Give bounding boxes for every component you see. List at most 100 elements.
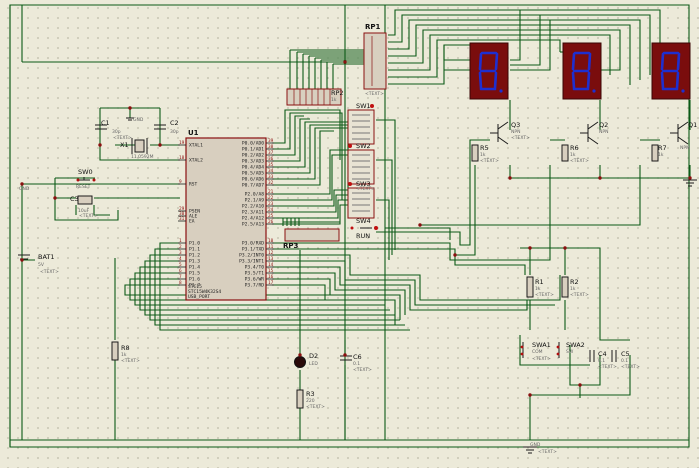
- dip-switch-sw3: SW3: [347, 180, 375, 219]
- u1-pin-name: P1.2: [189, 253, 200, 259]
- rp2-label: RP2: [331, 89, 344, 97]
- placeholder-rp1: <TEXT>: [365, 91, 384, 97]
- u1-pin-number: 24: [268, 207, 274, 213]
- push-switch-swa2: SWA2 SW: [556, 341, 585, 358]
- c4-value: 0.1: [598, 358, 605, 364]
- capacitor-c3: C3 10uF: [70, 195, 93, 214]
- u1-part: STC15: [188, 284, 202, 290]
- placeholder-c5: <TEXT>: [621, 364, 640, 370]
- junction-dot: [98, 143, 102, 147]
- u1-pin-name: RST: [189, 182, 198, 188]
- placeholder-r6: <TEXT>: [570, 158, 589, 164]
- c1-label: C1: [101, 119, 110, 127]
- q2-label: Q2: [599, 121, 608, 129]
- segment: [660, 52, 665, 71]
- u1-pin-number: 1: [179, 238, 182, 244]
- c2-label: C2: [170, 119, 179, 127]
- u1-pin-number: 33: [268, 174, 274, 180]
- segment: [571, 71, 576, 90]
- u1-left-pins: 19 XTAL118 XTAL29 RST29 PSEN30 ALE31 EA1 P1.02 P…: [178, 140, 203, 289]
- r8-label: R8: [121, 344, 130, 352]
- q3-type: NPN: [511, 129, 520, 135]
- u1-pin-name: P3.1/TXD: [242, 247, 264, 253]
- r3-value: 220: [306, 398, 315, 404]
- gnd-bottom-label: GND: [530, 442, 541, 448]
- r6-value: 1k: [570, 152, 576, 158]
- u1-pin-number: 13: [268, 256, 274, 262]
- resistor-r8: R8 1k: [111, 341, 130, 361]
- rp1-label: RP1: [365, 23, 381, 31]
- u1-pin-number: 9: [179, 179, 182, 185]
- u1-pin-number: 31: [179, 216, 185, 222]
- rp1-resistor-pack: RP1: [363, 23, 387, 90]
- d2-value: LED: [309, 361, 318, 367]
- segment: [478, 71, 483, 90]
- display-3: [651, 42, 691, 100]
- placeholder-q3: <TEXT>: [511, 135, 530, 141]
- q3-label: Q3: [511, 121, 520, 129]
- r5-label: R5: [480, 144, 489, 152]
- junction-dot: [528, 393, 532, 397]
- u1-pin-name: P2.4/A12: [242, 216, 264, 222]
- ground-left: [683, 179, 697, 187]
- reset-switch-sw0: SW0 RESET: [76, 168, 96, 190]
- placeholder-c6: <TEXT>: [353, 367, 372, 373]
- u1-pin-name: P2.1/A9: [245, 198, 265, 204]
- u1-pin-name: P3.4/T0: [245, 265, 265, 271]
- capacitor-c5: C5 0.1: [611, 350, 630, 364]
- c1-value: 30p: [112, 129, 121, 135]
- u1-pin-name: P1.1: [189, 247, 200, 253]
- u1-pin-number: 15: [268, 268, 274, 274]
- r7-label: R7: [658, 144, 667, 152]
- run-switch-sw4: SW4 RUN: [350, 217, 378, 240]
- u1-pin-name: P3.3/INT1: [239, 259, 264, 265]
- transistor-q2: Q2 NPN: [580, 121, 608, 145]
- transistor-q1: Q1 NPN: [670, 121, 697, 151]
- segment: [586, 71, 591, 90]
- junction-dot: [53, 196, 57, 200]
- u1-pin-number: 39: [268, 138, 274, 144]
- u1-pin-number: 32: [268, 180, 274, 186]
- c6-label: C6: [353, 353, 362, 361]
- rp1-display-wires: [388, 9, 661, 85]
- u1-pin-number: 8: [179, 280, 182, 286]
- u1-pin-name: P3.5/T1: [245, 271, 265, 277]
- junction-dot: [343, 353, 347, 357]
- sw4-value: RUN: [356, 232, 370, 240]
- rp2-value: 1k: [331, 97, 337, 103]
- placeholder-swa1: <TEXT>: [532, 356, 551, 362]
- u1-pin-name: P3.0/RXD: [242, 241, 264, 247]
- d2-label: D2: [309, 352, 318, 360]
- u1-pin-name: P3.6/WR: [245, 277, 265, 283]
- u1-pin-name: XTAL2: [189, 158, 203, 164]
- crystal-x1: X1 11.0592M: [120, 138, 154, 160]
- placeholder-sw3: <TEXT>: [356, 186, 375, 192]
- junction-dot: [528, 246, 532, 250]
- u1-pin-number: 37: [268, 150, 274, 156]
- u1-pin-number: 6: [179, 268, 182, 274]
- junction-dot: [343, 60, 347, 64]
- r2-value: 1k: [570, 286, 576, 292]
- q1-type: NPN: [680, 145, 689, 151]
- u1-pin-name: XTAL1: [189, 143, 203, 149]
- r6-label: R6: [570, 144, 579, 152]
- push-switch-swa1: SWA1 COM: [520, 341, 551, 358]
- x1-value: 11.0592M: [131, 154, 154, 160]
- r7-value: 1k: [658, 152, 664, 158]
- placeholder-r5: <TEXT>: [480, 158, 499, 164]
- u1-pin-name: P0.4/AD4: [242, 165, 264, 171]
- u1-pin-number: 34: [268, 168, 274, 174]
- u1-pin-name: P1.6: [189, 277, 200, 283]
- junction-dot: [563, 246, 567, 250]
- bat1-label: BAT1: [38, 253, 55, 261]
- u1-title-line-2: USB_PORT: [188, 294, 210, 300]
- segment: [494, 52, 499, 71]
- segment: [493, 71, 498, 90]
- sw0-label: SW0: [78, 168, 93, 176]
- u1-pin-name: P0.3/AD3: [242, 159, 264, 165]
- sw2-label: SW2: [356, 142, 371, 150]
- junction-dot: [418, 223, 422, 227]
- u1-pin-name: P2.2/A10: [242, 204, 264, 210]
- u1-pin-number: 2: [179, 244, 182, 250]
- u1-pin-name: P2.3/A11: [242, 210, 264, 216]
